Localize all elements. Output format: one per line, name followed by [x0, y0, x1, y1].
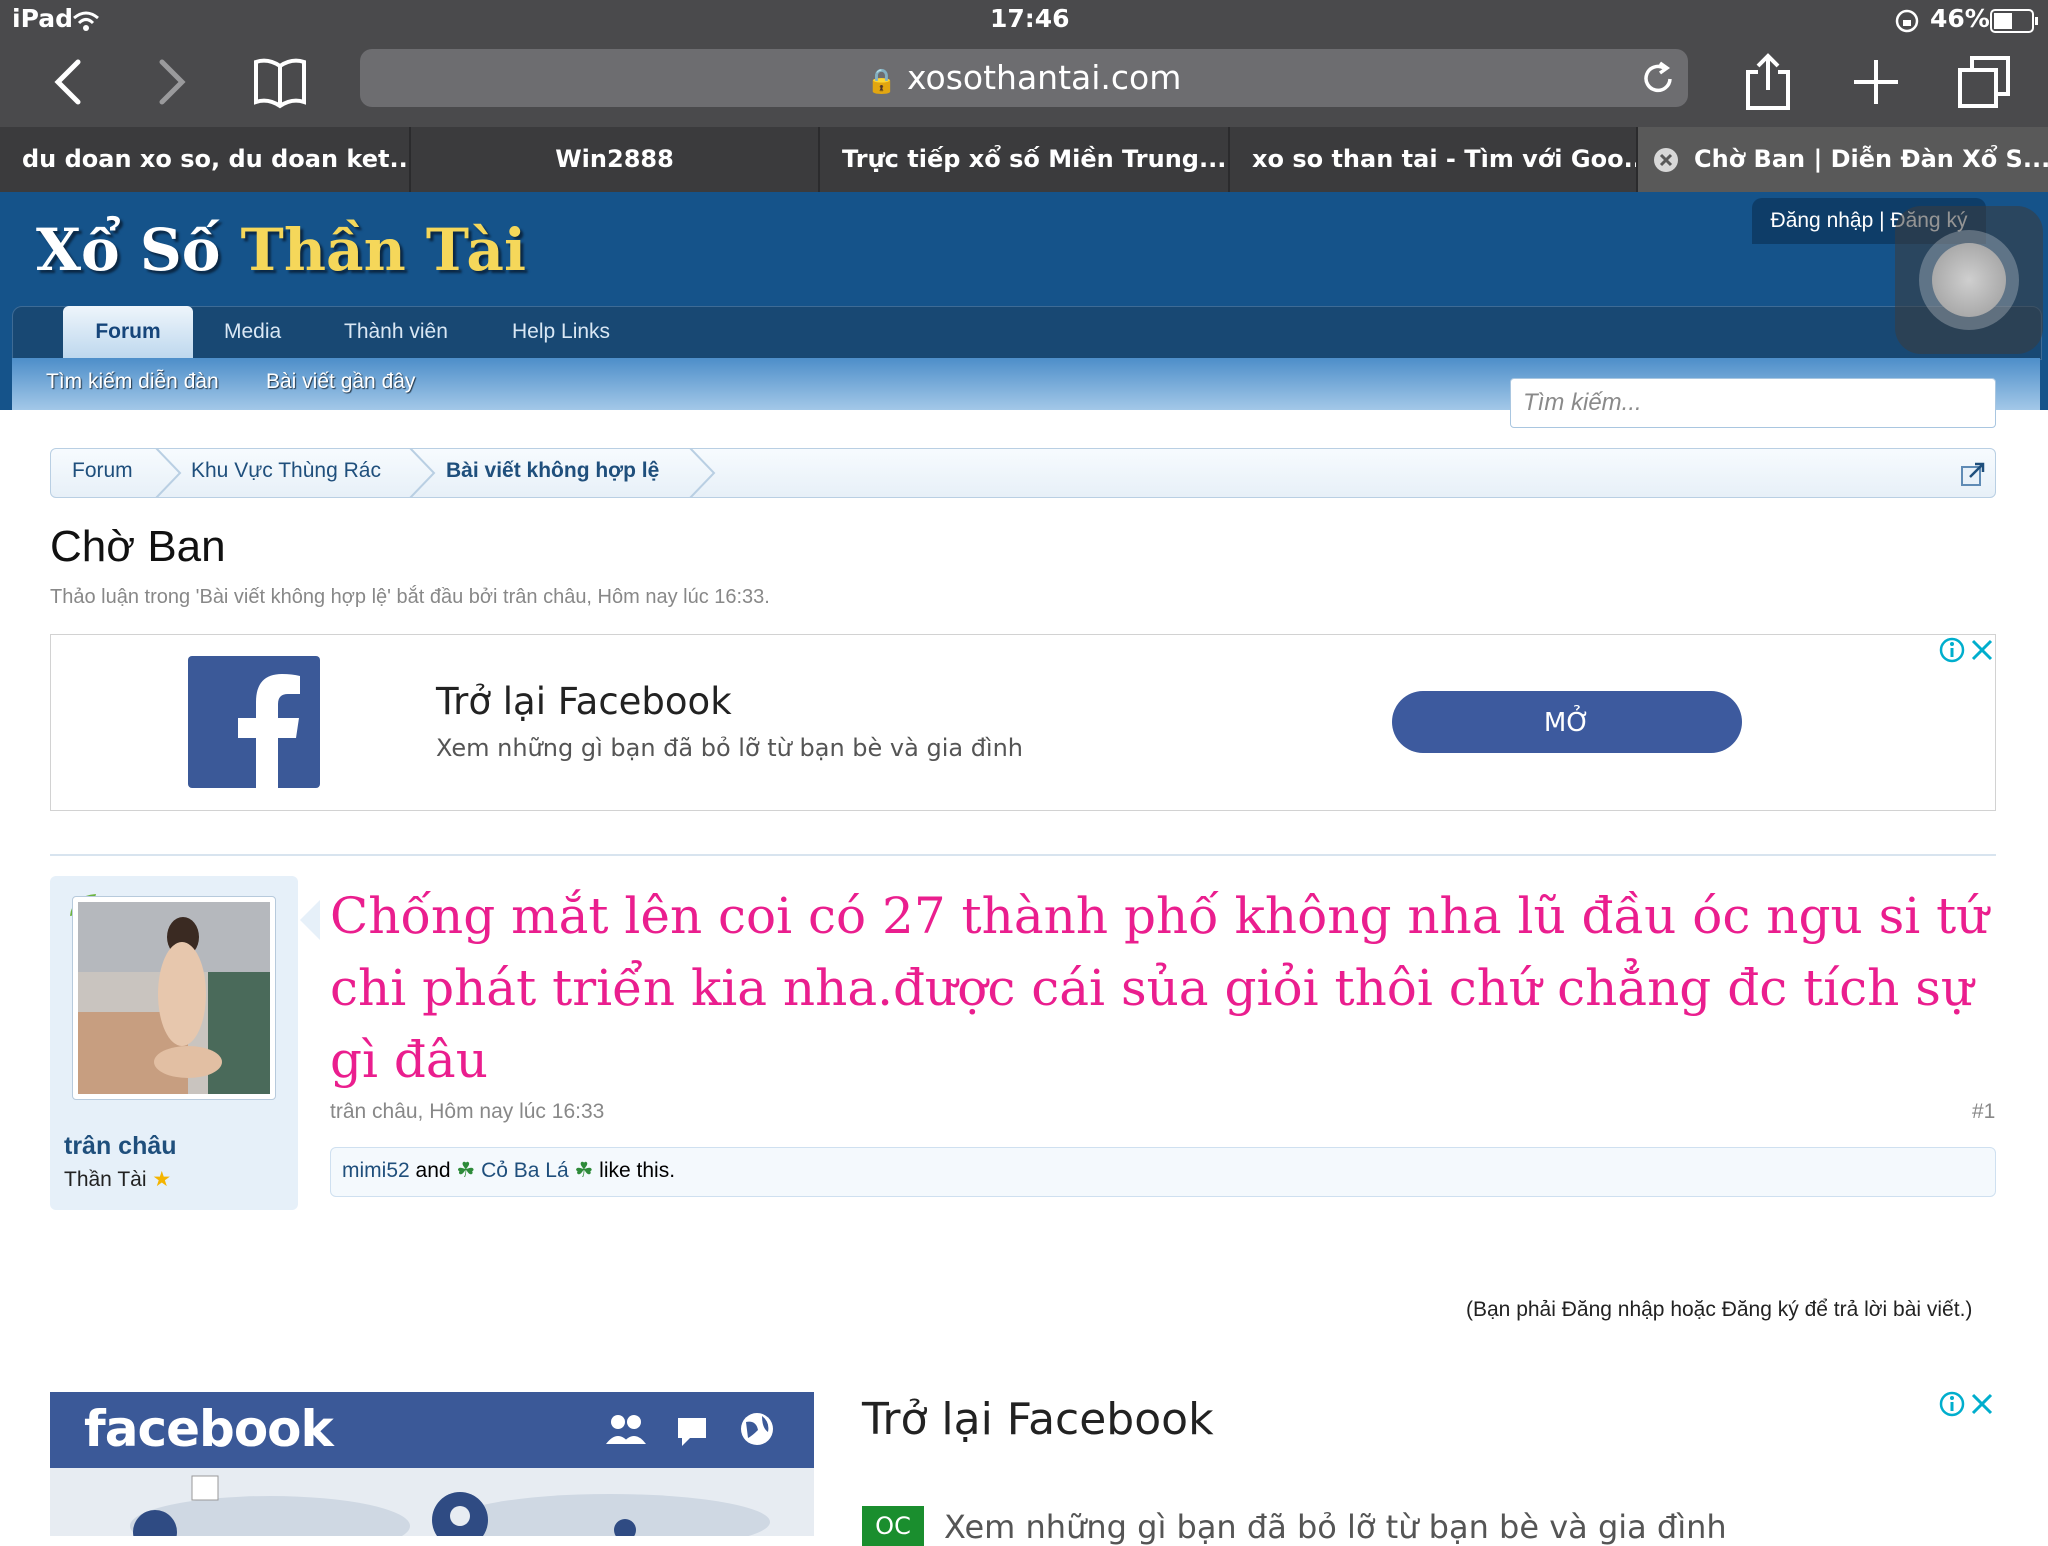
clover-icon: ☘ [456, 1159, 476, 1182]
breadcrumb-chevron-icon [155, 448, 182, 498]
external-link-icon[interactable] [1960, 461, 1986, 487]
likes-and: and [415, 1159, 451, 1182]
ad-open-button[interactable]: MỞ [1392, 691, 1742, 753]
breadcrumb-invalid-posts[interactable]: Bài viết không hợp lệ [446, 459, 659, 483]
site-logo[interactable]: Xổ Số Thần Tài [36, 216, 526, 284]
url-text: xosothantai.com [907, 58, 1182, 97]
ad2-subtitle: Xem những gì bạn đã bỏ lỡ từ bạn bè và g… [944, 1508, 1727, 1546]
search-input[interactable]: Tìm kiếm... [1510, 378, 1996, 428]
main-nav [12, 306, 2042, 360]
browser-tab-3[interactable]: Trực tiếp xổ số Miền Trung... [820, 127, 1230, 192]
address-bar[interactable]: 🔒 xosothantai.com [360, 49, 1688, 107]
lock-icon: 🔒 [866, 67, 897, 95]
globe-icon [741, 1413, 773, 1445]
bookmarks-icon[interactable] [250, 52, 310, 112]
nav-tab-members[interactable]: Thành viên [344, 306, 448, 358]
breadcrumb-chevron-icon [409, 448, 436, 498]
post-permalink[interactable]: #1 [1972, 1100, 1995, 1124]
reload-icon[interactable] [1640, 61, 1676, 97]
back-icon[interactable] [40, 52, 100, 112]
tabs-overview-icon[interactable] [1954, 52, 2014, 112]
subnav-recent-posts[interactable]: Bài viết gần đây [266, 370, 415, 394]
ad-subtitle: Xem những gì bạn đã bỏ lỡ từ bạn bè và g… [436, 734, 1024, 762]
clover-icon: ☘ [574, 1159, 594, 1182]
page-title: Chờ Ban [50, 522, 226, 571]
facebook-wordmark: facebook [84, 1400, 334, 1458]
nav-tab-forum[interactable]: Forum [63, 306, 193, 358]
post-user-title: Thần Tài ★ [64, 1168, 172, 1191]
browser-tab-5[interactable]: Chờ Ban | Diễn Đàn Xổ S... [1638, 127, 2048, 192]
messages-icon [678, 1418, 706, 1446]
ad-close-icon[interactable] [1968, 1390, 1996, 1418]
facebook-logo-icon [188, 656, 320, 788]
breadcrumb-chevron-icon [689, 448, 716, 498]
rotation-lock-icon [1895, 9, 1919, 33]
post-message: Chống mắt lên coi có 27 thành phố không … [330, 887, 1989, 1089]
nav-tab-help-links[interactable]: Help Links [512, 306, 610, 358]
battery-icon [1990, 9, 2038, 33]
browser-tab-2[interactable]: Win2888 [411, 127, 820, 192]
thread-description: Thảo luận trong 'Bài viết không hợp lệ' … [50, 586, 770, 608]
ad-badge: OC [862, 1506, 924, 1546]
liker-co-ba-la[interactable]: Cỏ Ba Lá [481, 1159, 569, 1182]
battery-percent: 46% [1930, 4, 1990, 33]
post-username[interactable]: trân châu [64, 1132, 177, 1161]
wifi-icon [73, 11, 99, 31]
reply-login-notice: (Bạn phải Đăng nhập hoặc Đăng ký để trả … [1466, 1298, 1973, 1321]
device-name: iPad [12, 4, 73, 33]
new-tab-icon[interactable] [1846, 52, 1906, 112]
assistive-touch-dot [1932, 243, 2006, 317]
star-icon: ★ [152, 1168, 172, 1191]
clock: 17:46 [990, 4, 1070, 33]
browser-tab-4[interactable]: xo so than tai - Tìm với Goo... [1230, 127, 1638, 192]
friends-icon [606, 1415, 646, 1444]
ad2-title: Trở lại Facebook [862, 1394, 1214, 1445]
close-tab-icon[interactable] [1653, 147, 1679, 173]
ad-close-icon[interactable] [1968, 636, 1996, 664]
ad-title: Trở lại Facebook [436, 680, 732, 723]
subnav-search-forum[interactable]: Tìm kiếm diễn đàn [46, 370, 219, 394]
divider [50, 854, 1996, 856]
browser-tab-1[interactable]: du doan xo so, du doan ket... [0, 127, 411, 192]
forward-icon[interactable] [140, 52, 200, 112]
avatar[interactable] [72, 896, 276, 1100]
likes-suffix: like this. [599, 1159, 676, 1182]
ad-info-icon[interactable] [1938, 1390, 1966, 1418]
ad-info-icon[interactable] [1938, 636, 1966, 664]
breadcrumb-trash-area[interactable]: Khu Vực Thùng Rác [191, 459, 381, 483]
post-meta[interactable]: trân châu, Hôm nay lúc 16:33 [330, 1100, 604, 1124]
share-icon[interactable] [1738, 52, 1798, 112]
nav-tab-media[interactable]: Media [224, 306, 281, 358]
breadcrumb-forum[interactable]: Forum [72, 459, 133, 483]
liker-mimi52[interactable]: mimi52 [342, 1159, 410, 1182]
post-arrow [300, 900, 320, 940]
tab-label: Chờ Ban | Diễn Đàn Xổ S... [1694, 145, 2048, 173]
